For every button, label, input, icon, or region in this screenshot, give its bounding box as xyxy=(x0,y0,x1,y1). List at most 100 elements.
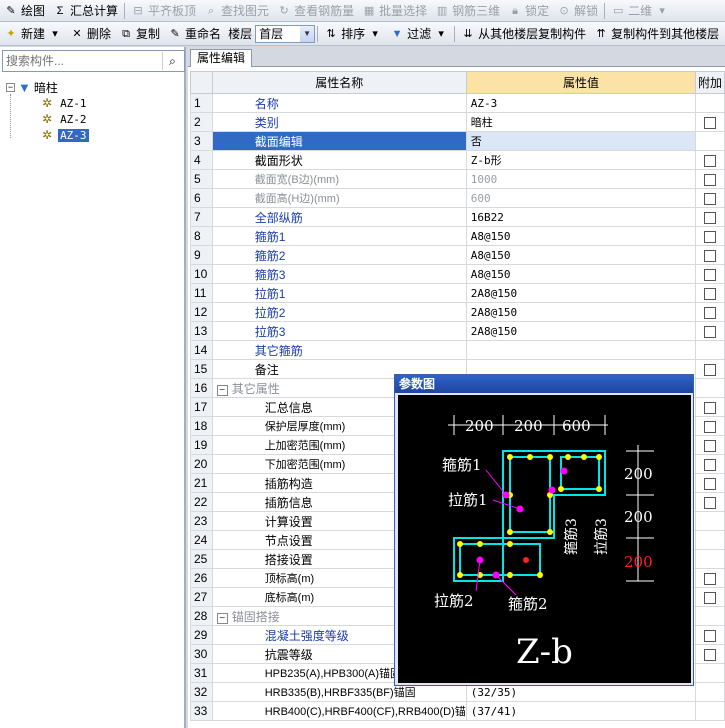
sort-button[interactable]: ⇅ 排序 ▾ xyxy=(320,24,386,44)
collapse-icon[interactable]: − xyxy=(216,612,228,624)
parameter-diagram-window[interactable]: 参数图 200 200 600 200 200 200 箍筋1 拉筋1 拉筋2 … xyxy=(394,374,694,686)
align-slab-top-button[interactable]: ⊟ 平齐板顶 xyxy=(127,1,200,21)
copy-button[interactable]: ⧉ 复制 xyxy=(115,24,164,44)
dialog-title[interactable]: 参数图 xyxy=(395,375,693,393)
table-row[interactable]: 9 箍筋2 A8@150 xyxy=(190,245,725,265)
batch-select-button[interactable]: ▦ 批量选择 xyxy=(358,1,431,21)
property-value[interactable]: 2A8@150 xyxy=(465,302,697,322)
view-2d-icon: ▭ xyxy=(612,4,624,17)
extra-checkbox[interactable] xyxy=(704,420,717,433)
collapse-icon[interactable]: − xyxy=(6,82,15,92)
table-row[interactable]: 12 拉筋2 2A8@150 xyxy=(190,302,725,322)
property-value-header: 属性值 xyxy=(465,71,697,94)
table-row[interactable]: 6 截面高(H边)(mm) 600 xyxy=(190,188,725,208)
property-value[interactable]: (37/41) xyxy=(465,701,697,721)
view-2d-dropdown[interactable]: ▭ 二维 ▾ xyxy=(607,1,673,21)
rebar-3d-button[interactable]: ▥ 钢筋三维 xyxy=(431,1,504,21)
extra-checkbox[interactable] xyxy=(704,458,717,471)
extra-checkbox[interactable] xyxy=(704,268,717,281)
tab-property-edit[interactable]: 属性编辑 xyxy=(190,49,253,67)
tree-item-az-2[interactable]: ✲ AZ-2 xyxy=(6,111,89,127)
unlock-button[interactable]: ⊙ 解锁 xyxy=(553,1,602,21)
property-value[interactable]: A8@150 xyxy=(465,264,697,284)
draw-button[interactable]: ✎ 绘图 xyxy=(0,1,49,21)
tree-item-az-3[interactable]: ✲ AZ-3 xyxy=(6,127,89,143)
table-row[interactable]: 8 箍筋1 A8@150 xyxy=(190,226,725,246)
filter-button[interactable]: ▼ 过滤 ▾ xyxy=(386,24,452,44)
extra-checkbox[interactable] xyxy=(704,211,717,224)
property-value[interactable]: Z-b形 xyxy=(465,150,697,170)
extra-checkbox[interactable] xyxy=(704,192,717,205)
property-value[interactable]: 1000 xyxy=(465,169,697,189)
table-row[interactable]: 14 其它箍筋 xyxy=(190,340,725,360)
property-value[interactable]: AZ-3 xyxy=(465,93,697,113)
row-number: 33 xyxy=(190,701,213,721)
table-row[interactable]: 3 截面编辑 否 xyxy=(190,131,725,151)
extra-checkbox[interactable] xyxy=(704,154,717,167)
copy-from-floor-button[interactable]: ⇊ 从其他楼层复制构件 xyxy=(457,24,590,44)
table-row[interactable]: 33 HRB400(C),HRBF400(CF),RRB400(D)锚 (37/41… xyxy=(190,701,725,721)
table-row[interactable]: 4 截面形状 Z-b形 xyxy=(190,150,725,170)
property-value[interactable]: 2A8@150 xyxy=(465,283,697,303)
view-rebar-button[interactable]: ↻ 查看钢筋量 xyxy=(273,1,358,21)
table-row[interactable]: 1 名称 AZ-3 xyxy=(190,93,725,113)
extra-checkbox[interactable] xyxy=(704,629,717,642)
delete-button[interactable]: ✕ 删除 xyxy=(66,24,115,44)
property-value[interactable]: 暗柱 xyxy=(465,112,697,132)
extra-cell xyxy=(695,397,725,417)
extra-checkbox[interactable] xyxy=(704,230,717,243)
extra-checkbox[interactable] xyxy=(704,572,717,585)
tree-root[interactable]: − ▼ 暗柱 xyxy=(6,79,89,95)
extra-checkbox[interactable] xyxy=(704,439,717,452)
extra-checkbox[interactable] xyxy=(704,363,717,376)
extra-checkbox[interactable] xyxy=(704,401,717,414)
table-row[interactable]: 10 箍筋3 A8@150 xyxy=(190,264,725,284)
extra-checkbox[interactable] xyxy=(704,325,717,338)
table-row[interactable]: 13 拉筋3 2A8@150 xyxy=(190,321,725,341)
property-value[interactable]: 2A8@150 xyxy=(465,321,697,341)
property-name: 截面形状 xyxy=(211,150,467,170)
extra-checkbox[interactable] xyxy=(704,287,717,300)
extra-checkbox[interactable] xyxy=(704,249,717,262)
extra-checkbox[interactable] xyxy=(704,648,717,661)
rename-button[interactable]: ✎ 重命名 xyxy=(164,24,225,44)
table-row[interactable]: 5 截面宽(B边)(mm) 1000 xyxy=(190,169,725,189)
lock-button[interactable]: 🔒︎ 锁定 xyxy=(504,1,553,21)
view-icon: ↻ xyxy=(279,4,289,17)
extra-header: 附加 xyxy=(695,71,725,94)
property-name-label: 拉筋1 xyxy=(254,286,286,301)
copy-to-floor-button[interactable]: ⇈ 复制构件到其他楼层 xyxy=(590,24,723,44)
floor-select[interactable]: 首层 ▼ xyxy=(255,24,316,43)
search-icon[interactable]: ⌕ xyxy=(162,52,182,70)
property-name: 全部纵筋 xyxy=(211,207,467,227)
extra-checkbox[interactable] xyxy=(704,496,717,509)
table-row[interactable]: 2 类别 暗柱 xyxy=(190,112,725,132)
extra-checkbox[interactable] xyxy=(704,591,717,604)
property-value[interactable]: A8@150 xyxy=(465,245,697,265)
table-row[interactable]: 11 拉筋1 2A8@150 xyxy=(190,283,725,303)
row-number: 21 xyxy=(190,473,213,493)
property-name: 拉筋2 xyxy=(211,302,467,322)
label-gujin2: 箍筋2 xyxy=(508,595,548,613)
extra-checkbox[interactable] xyxy=(704,306,717,319)
property-value[interactable]: A8@150 xyxy=(465,226,697,246)
shape-name: Z-b xyxy=(516,632,573,672)
property-value[interactable]: 否 xyxy=(465,131,697,151)
property-name-label: 其它箍筋 xyxy=(254,343,303,358)
tree-item-az-1[interactable]: ✲ AZ-1 xyxy=(6,95,89,111)
property-value[interactable]: 16B22 xyxy=(465,207,697,227)
table-row[interactable]: 7 全部纵筋 16B22 xyxy=(190,207,725,227)
new-button[interactable]: ✦ 新建 ▾ xyxy=(0,24,66,44)
summary-calc-button[interactable]: Σ 汇总计算 xyxy=(49,1,122,21)
extra-cell xyxy=(695,188,725,208)
property-name-label: 箍筋3 xyxy=(254,267,286,282)
property-value[interactable]: 600 xyxy=(465,188,697,208)
extra-checkbox[interactable] xyxy=(704,477,717,490)
extra-checkbox[interactable] xyxy=(704,116,717,129)
row-number: 9 xyxy=(190,245,213,265)
search-input[interactable] xyxy=(3,51,153,71)
extra-checkbox[interactable] xyxy=(704,173,717,186)
collapse-icon[interactable]: − xyxy=(216,384,228,396)
find-element-button[interactable]: ⌕ 查找图元 xyxy=(200,1,273,21)
property-value[interactable] xyxy=(465,340,697,360)
